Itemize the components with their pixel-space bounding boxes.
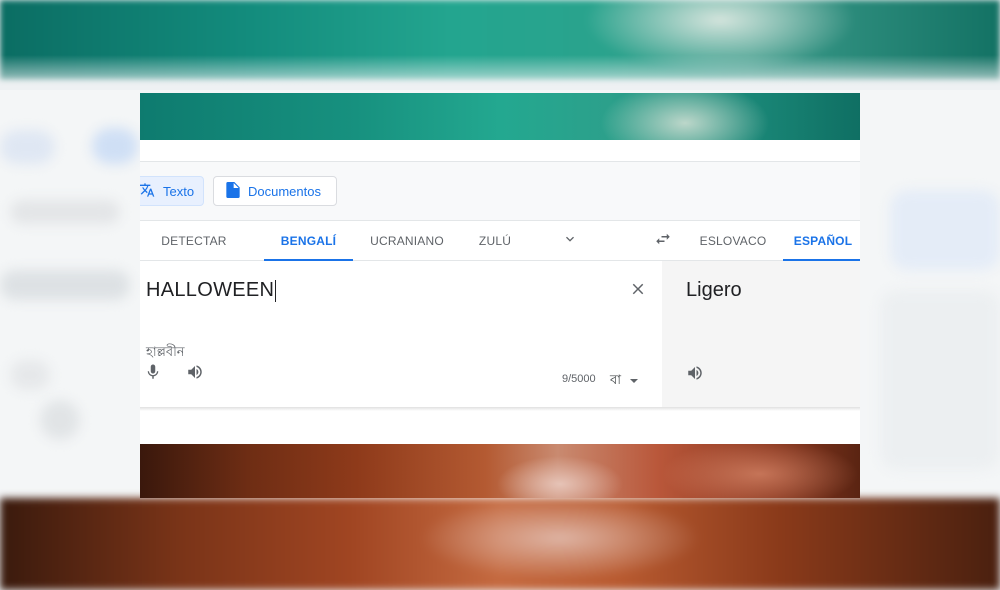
listen-source-button[interactable] (184, 363, 206, 385)
source-panel: HALLOWEEN হাল্লবীন 9/5000 বা (140, 261, 662, 407)
footer-banner (140, 444, 860, 498)
background-fade (0, 55, 1000, 95)
speaker-icon (686, 364, 704, 387)
text-mode-button[interactable]: Texto (140, 176, 204, 206)
background-blob (880, 290, 1000, 470)
text-caret (275, 279, 277, 302)
documents-mode-label: Documentos (248, 183, 321, 199)
keyboard-label: বা (610, 372, 622, 387)
character-count: 9/5000 (562, 373, 596, 385)
tab-slovak[interactable]: ESLOVACO (696, 221, 770, 261)
background-blob (0, 130, 55, 164)
caret-down-icon (629, 374, 639, 389)
documents-mode-button[interactable]: Documentos (213, 176, 337, 206)
source-input[interactable]: HALLOWEEN (146, 279, 277, 302)
swap-languages-button[interactable] (648, 229, 678, 253)
chevron-down-icon (562, 231, 578, 252)
background-blob (890, 190, 1000, 270)
tab-zulu[interactable]: ZULÚ (470, 221, 520, 261)
mode-toolbar: Texto Documentos (140, 162, 860, 220)
target-panel: Ligero (662, 261, 860, 407)
tab-spanish[interactable]: ESPAÑOL (783, 221, 860, 262)
text-mode-label: Texto (163, 183, 195, 199)
tab-bengali[interactable]: BENGALÍ (264, 221, 353, 262)
keyboard-selector[interactable]: বা (610, 371, 639, 392)
background-blob (40, 400, 80, 440)
source-text: HALLOWEEN (146, 279, 275, 301)
document-icon (226, 181, 240, 201)
background-banner-bottom (0, 498, 1000, 590)
more-languages-button[interactable] (556, 229, 584, 253)
tab-ukrainian[interactable]: UCRANIANO (364, 221, 450, 261)
translate-icon (140, 182, 155, 201)
below-panel-area (140, 411, 860, 444)
swap-icon (653, 230, 673, 253)
clear-source-button[interactable] (626, 279, 650, 303)
header-strip (140, 140, 860, 162)
tab-detect-language[interactable]: DETECTAR IDIOMA (140, 221, 248, 288)
background-blob (92, 128, 138, 164)
header-banner (140, 93, 860, 140)
close-icon (629, 280, 647, 303)
background-blob (10, 360, 50, 390)
mic-icon (144, 363, 162, 386)
speaker-icon (186, 363, 204, 386)
translator-frame: Texto Documentos DETECTAR IDIOMA BENGALÍ… (140, 93, 860, 498)
listen-translation-button[interactable] (684, 364, 706, 386)
language-bar: DETECTAR IDIOMA BENGALÍ UCRANIANO ZULÚ E… (140, 220, 860, 288)
translation-output: Ligero (686, 279, 742, 301)
background-blob (10, 200, 120, 224)
source-transliteration: হাল্লবীন (146, 344, 185, 359)
background-blob (0, 270, 130, 300)
voice-input-button[interactable] (142, 363, 164, 385)
